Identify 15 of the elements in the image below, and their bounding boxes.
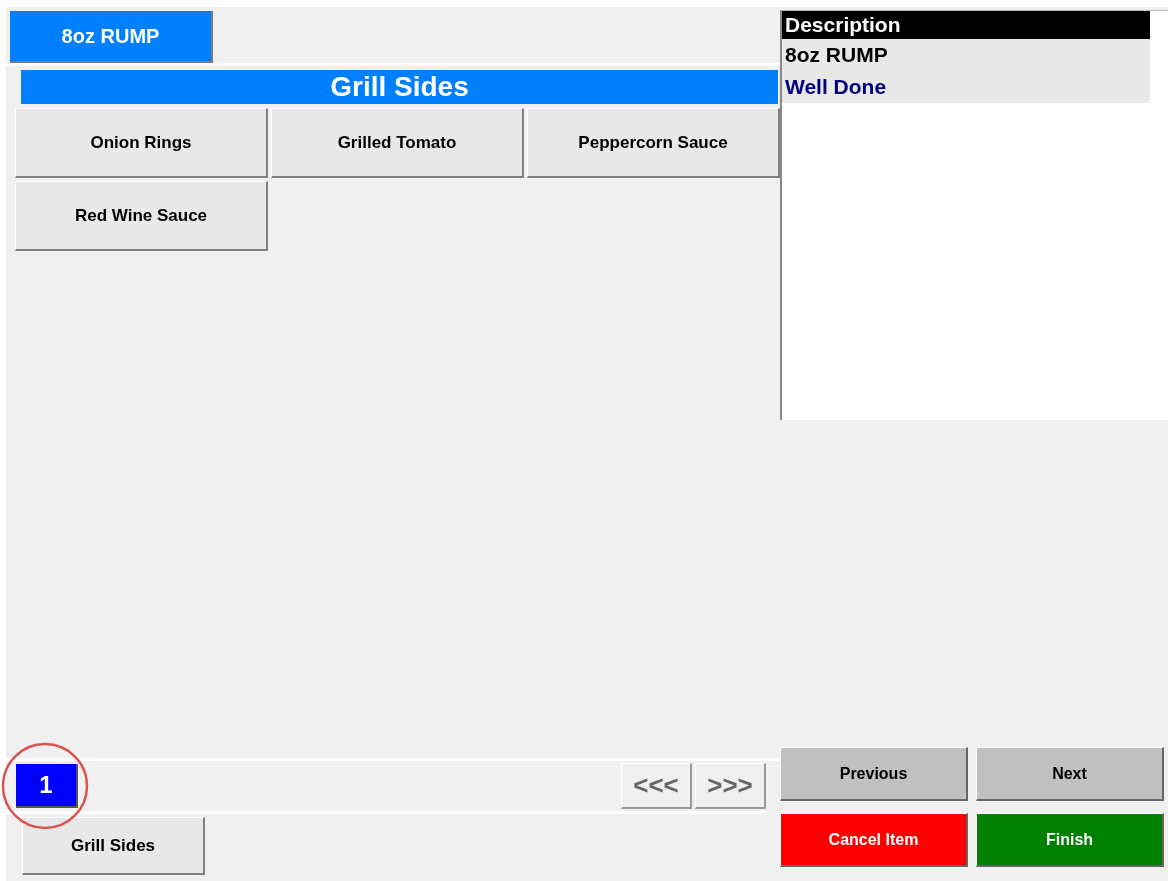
option-button[interactable]: Grilled Tomato bbox=[271, 108, 524, 178]
option-button[interactable]: Onion Rings bbox=[15, 108, 268, 178]
column-header: Description bbox=[782, 11, 1150, 39]
action-button[interactable]: Previous bbox=[780, 747, 968, 801]
action-button[interactable]: Finish bbox=[976, 813, 1164, 867]
item-button[interactable]: 8oz RUMP bbox=[10, 11, 213, 63]
previous-page-button[interactable]: <<< bbox=[621, 763, 692, 809]
option-button[interactable]: Peppercorn Sauce bbox=[527, 108, 780, 178]
group-tab[interactable]: Grill Sides bbox=[22, 817, 205, 875]
action-button[interactable]: Cancel Item bbox=[780, 813, 968, 867]
page-button[interactable]: 1 bbox=[16, 764, 78, 808]
group-header: Grill Sides bbox=[21, 70, 778, 104]
action-button[interactable]: Next bbox=[976, 747, 1164, 801]
option-button[interactable]: Red Wine Sauce bbox=[15, 181, 268, 251]
next-page-button[interactable]: >>> bbox=[695, 763, 766, 809]
